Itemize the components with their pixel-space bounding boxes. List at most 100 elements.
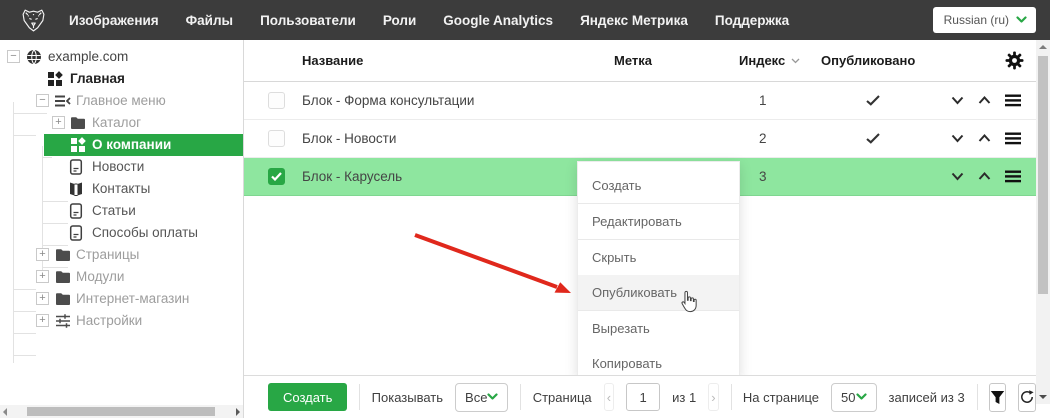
language-selector[interactable]: Russian (ru)	[933, 7, 1036, 33]
nav-yandex-metrika[interactable]: Яндекс Метрика	[580, 13, 688, 28]
scrollbar-thumb[interactable]	[27, 407, 215, 416]
expand-toggle[interactable]: +	[36, 314, 49, 327]
next-page-button[interactable]: ›	[708, 383, 718, 411]
move-down-icon[interactable]	[951, 96, 964, 105]
nav-images[interactable]: Изображения	[69, 13, 159, 28]
column-header-index[interactable]: Индекс	[731, 53, 813, 68]
menu-item-publish[interactable]: Опубликовать	[578, 275, 739, 310]
blocks-icon	[70, 137, 86, 153]
check-icon	[866, 95, 880, 106]
tree-item-sposoby-oplaty[interactable]: Способы оплаты	[0, 222, 243, 244]
menu-icon	[55, 93, 71, 109]
scroll-up-icon[interactable]	[1039, 45, 1047, 49]
nav-support[interactable]: Поддержка	[715, 13, 789, 28]
refresh-button[interactable]	[1018, 383, 1036, 412]
page-number-input[interactable]	[626, 383, 660, 411]
collapse-toggle[interactable]: −	[36, 94, 49, 107]
table-row[interactable]: Блок - Новости 2	[244, 120, 1036, 158]
globe-icon	[26, 49, 42, 65]
scroll-left-icon[interactable]	[3, 408, 7, 416]
per-page-label: На странице	[743, 390, 819, 405]
records-count-label: записей из 3	[889, 390, 965, 405]
page-of-label: из 1	[672, 390, 696, 405]
row-checkbox-checked[interactable]	[268, 168, 285, 185]
column-header-published[interactable]: Опубликовано	[813, 53, 933, 68]
expand-toggle[interactable]: +	[36, 292, 49, 305]
gear-icon[interactable]	[1005, 51, 1024, 70]
expand-toggle[interactable]: +	[52, 116, 65, 129]
create-button[interactable]: Создать	[268, 383, 347, 411]
column-settings[interactable]	[933, 51, 1036, 70]
blocks-icon	[47, 71, 63, 87]
nav-google-analytics[interactable]: Google Analytics	[443, 13, 553, 28]
row-actions	[933, 170, 1036, 183]
menu-item-edit[interactable]: Редактировать	[578, 204, 739, 239]
move-down-icon[interactable]	[951, 134, 964, 143]
leopard-logo-icon[interactable]	[20, 8, 47, 33]
tree-item-katalog[interactable]: + Каталог	[0, 112, 243, 134]
tree-item-stranitsy[interactable]: + Страницы	[0, 244, 243, 266]
per-page-value: 50	[841, 390, 855, 405]
tree-item-kontakty[interactable]: Контакты	[0, 178, 243, 200]
move-down-icon[interactable]	[951, 172, 964, 181]
document-icon	[68, 159, 84, 175]
row-menu-icon[interactable]	[1005, 94, 1021, 107]
admin-app: Изображения Файлы Пользователи Роли Goog…	[0, 0, 1050, 418]
tree-item-moduli[interactable]: + Модули	[0, 266, 243, 288]
sidebar-horizontal-scrollbar[interactable]	[0, 405, 243, 418]
row-name: Блок - Форма консультации	[296, 93, 606, 108]
expand-toggle[interactable]: +	[36, 270, 49, 283]
folder-icon	[55, 291, 71, 307]
show-filter-select[interactable]: Все	[455, 383, 508, 412]
row-menu-icon[interactable]	[1005, 170, 1021, 183]
tree-item-o-kompanii[interactable]: О компании	[0, 134, 243, 156]
tree-item-example-com[interactable]: − example.com	[0, 46, 243, 68]
resource-tree: − example.com Главная −	[0, 40, 243, 332]
move-up-icon[interactable]	[978, 96, 991, 105]
row-checkbox[interactable]	[268, 92, 285, 109]
folder-icon	[55, 247, 71, 263]
filter-funnel-icon	[990, 390, 1005, 405]
menu-item-copy[interactable]: Копировать	[578, 346, 739, 377]
move-up-icon[interactable]	[978, 134, 991, 143]
menu-item-create[interactable]: Создать	[578, 168, 739, 203]
expand-toggle[interactable]: +	[36, 248, 49, 261]
nav-users[interactable]: Пользователи	[260, 13, 356, 28]
move-up-icon[interactable]	[978, 172, 991, 181]
per-page-select[interactable]: 50	[831, 383, 876, 412]
site-tree-sidebar: − example.com Главная −	[0, 40, 244, 418]
table-row[interactable]: Блок - Форма консультации 1	[244, 82, 1036, 120]
row-index: 3	[731, 169, 813, 184]
chevron-down-icon	[487, 393, 498, 401]
menu-item-hide[interactable]: Скрыть	[578, 240, 739, 275]
nav-files[interactable]: Файлы	[186, 13, 233, 28]
prev-page-button[interactable]: ‹	[604, 383, 614, 411]
row-checkbox[interactable]	[268, 130, 285, 147]
scroll-down-icon[interactable]	[1039, 395, 1047, 399]
tree-item-glavnaya[interactable]: Главная	[0, 68, 243, 90]
tree-item-glavnoe-menu[interactable]: − Главное меню	[0, 90, 243, 112]
column-header-name[interactable]: Название	[296, 53, 606, 68]
table-vertical-scrollbar[interactable]	[1036, 40, 1050, 404]
tree-item-novosti[interactable]: Новости	[0, 156, 243, 178]
tree-item-stati[interactable]: Статьи	[0, 200, 243, 222]
filter-button[interactable]	[989, 383, 1006, 412]
row-menu-icon[interactable]	[1005, 132, 1021, 145]
refresh-icon	[1019, 389, 1035, 405]
page-label: Страница	[533, 390, 592, 405]
menu-item-cut[interactable]: Вырезать	[578, 311, 739, 346]
tree-item-internet-magazin[interactable]: + Интернет-магазин	[0, 288, 243, 310]
document-icon	[68, 225, 84, 241]
column-header-label[interactable]: Метка	[606, 53, 731, 68]
book-icon	[68, 181, 84, 197]
row-actions	[933, 94, 1036, 107]
scroll-right-icon[interactable]	[236, 408, 240, 416]
tree-item-nastroyki[interactable]: + Настройки	[0, 310, 243, 332]
folder-icon	[70, 115, 86, 131]
scrollbar-thumb[interactable]	[1038, 56, 1048, 294]
table-header: Название Метка Индекс Опубликовано	[244, 40, 1036, 82]
collapse-toggle[interactable]: −	[7, 50, 20, 63]
top-navigation: Изображения Файлы Пользователи Роли Goog…	[69, 13, 789, 28]
row-name: Блок - Карусель	[296, 169, 606, 184]
nav-roles[interactable]: Роли	[383, 13, 416, 28]
